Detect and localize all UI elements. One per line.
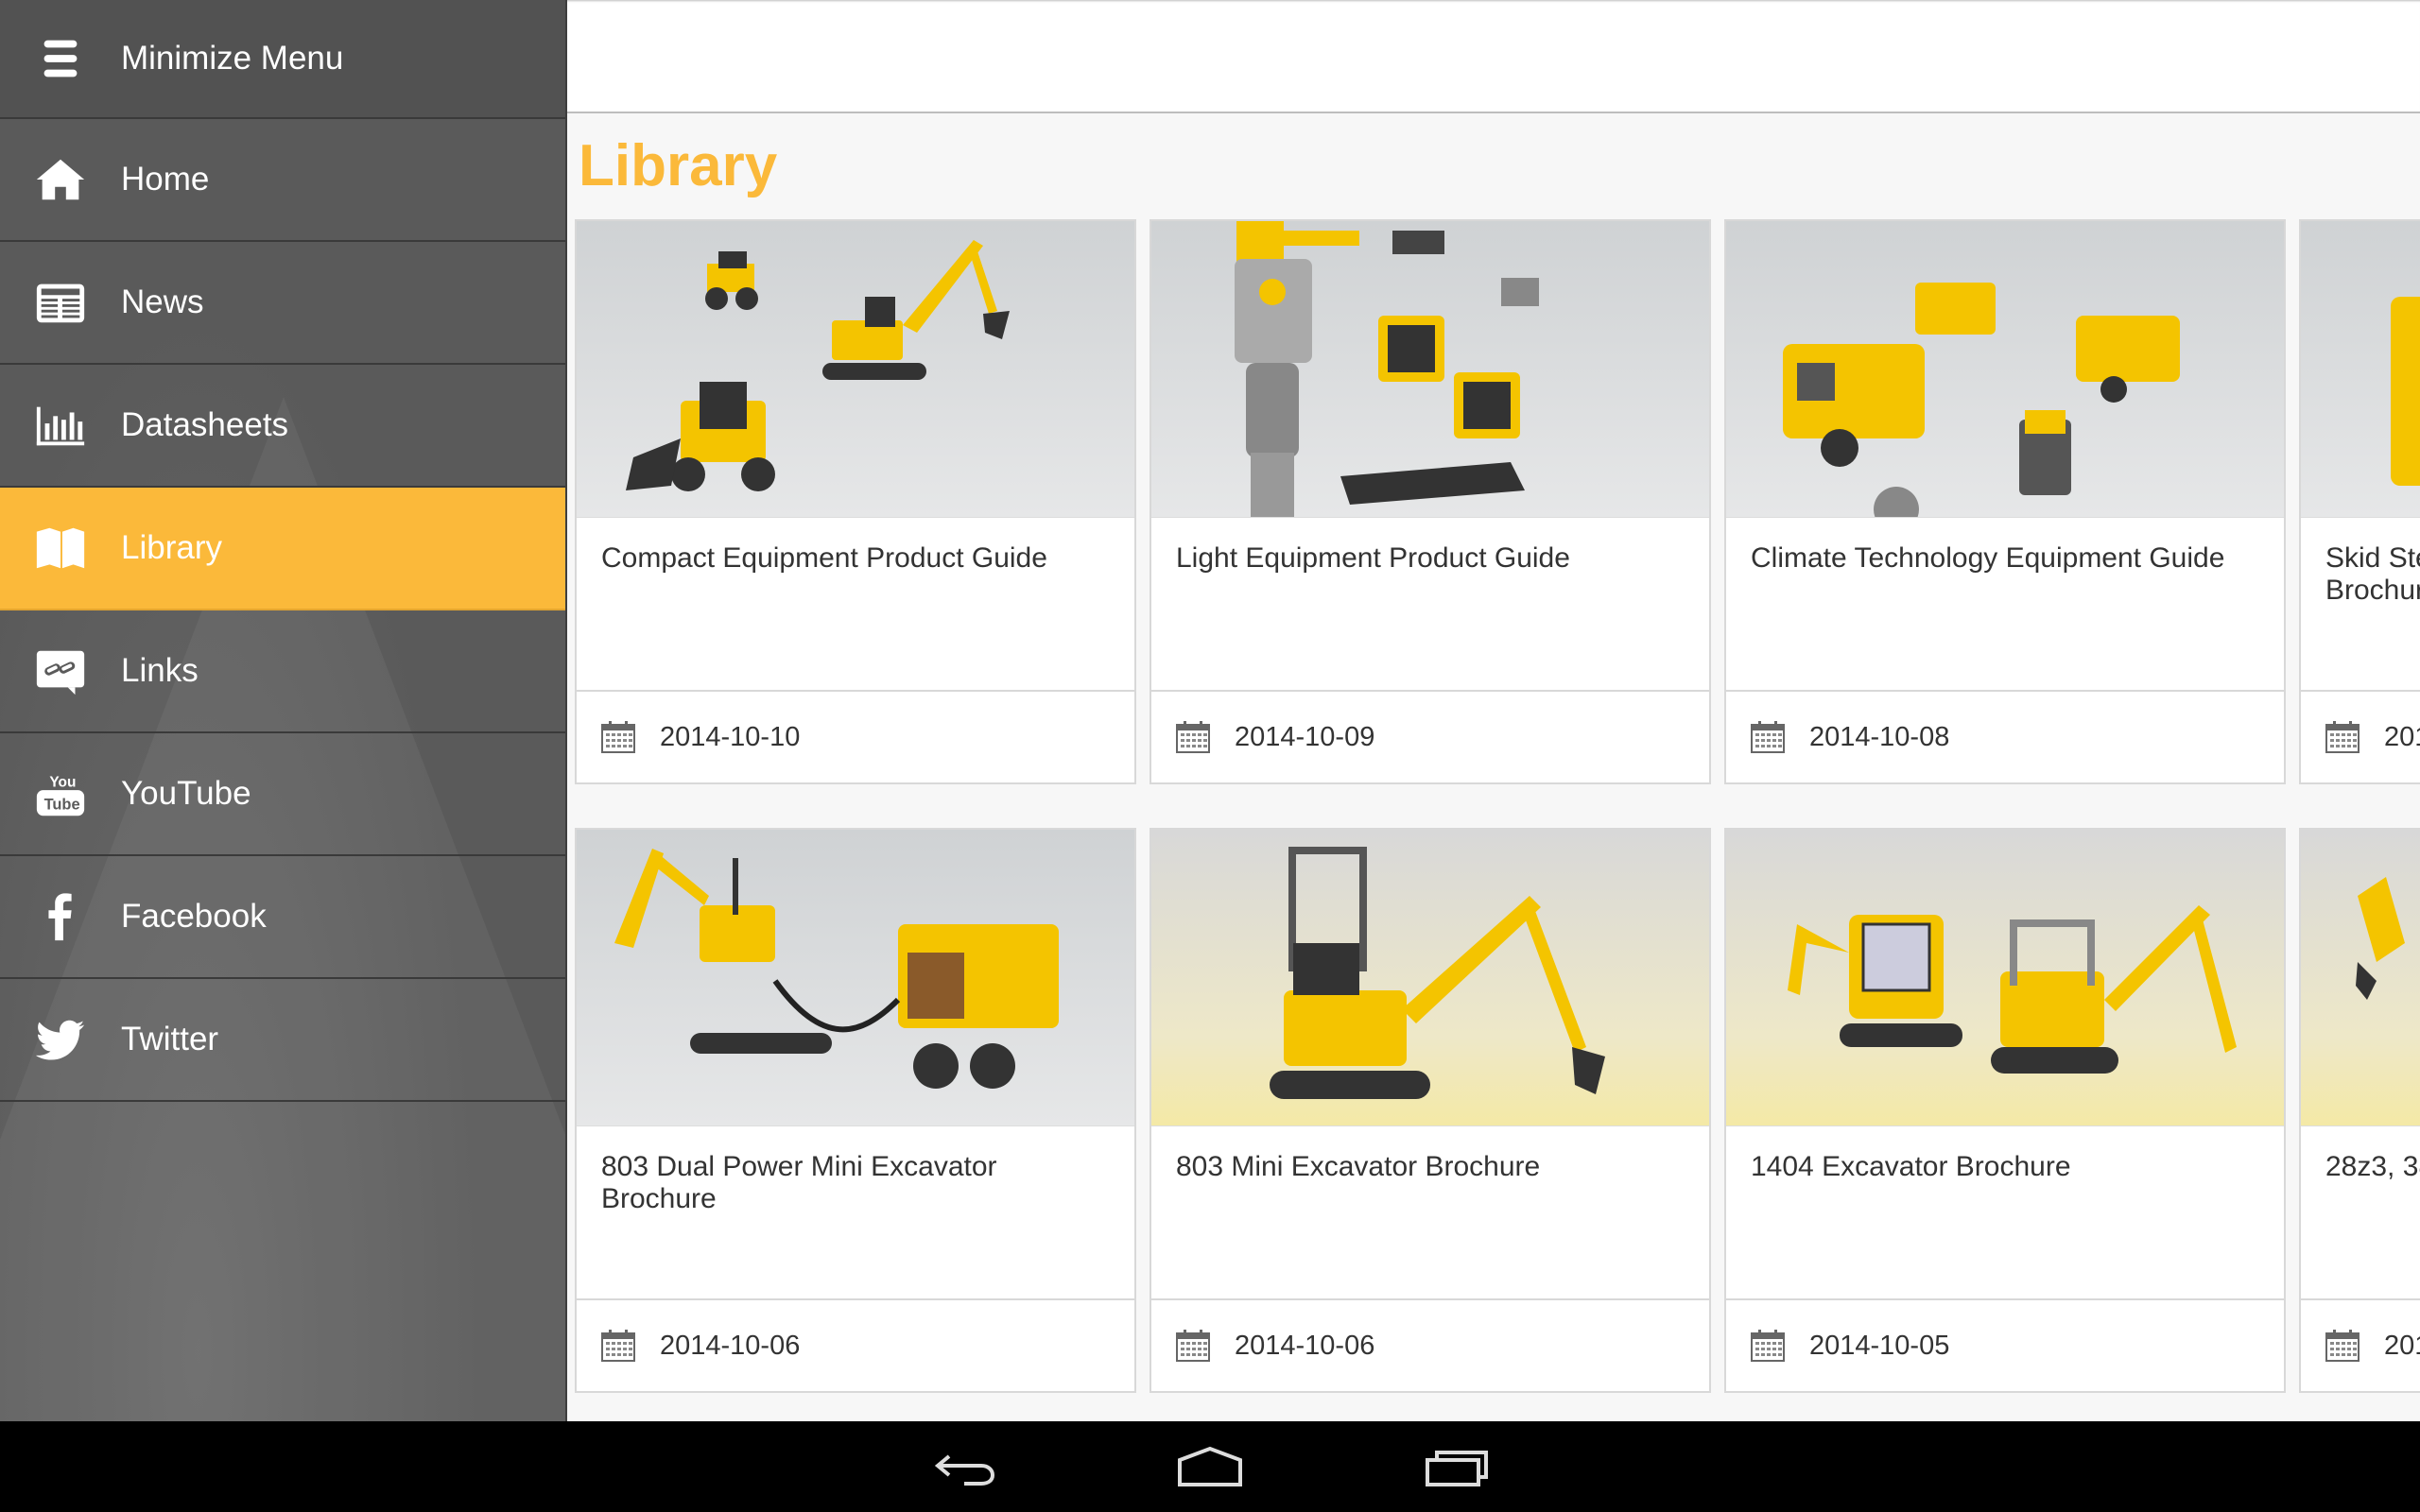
- sidebar-item-facebook[interactable]: Facebook: [0, 856, 565, 979]
- minimize-menu-button[interactable]: Minimize Menu: [0, 0, 565, 119]
- calendar-icon: [601, 721, 635, 753]
- card-date: 2014-10-08: [1809, 721, 1950, 752]
- card-thumbnail: [2301, 221, 2420, 518]
- card-title: Skid Ste Brochur: [2325, 542, 2420, 606]
- book-icon: [0, 488, 121, 609]
- card-thumbnail: [1726, 221, 2284, 518]
- svg-text:Tube: Tube: [44, 796, 80, 813]
- main-content: Library Compact Equipment Product Guide: [567, 0, 2420, 1421]
- sidebar: Minimize Menu Home News Datasheets Libra…: [0, 0, 567, 1421]
- sidebar-item-news[interactable]: News: [0, 242, 565, 365]
- sidebar-item-twitter[interactable]: Twitter: [0, 979, 565, 1102]
- hamburger-icon: [0, 0, 121, 117]
- sidebar-item-links[interactable]: Links: [0, 610, 565, 733]
- card-date: 2014-10-10: [660, 721, 801, 752]
- menu-label: Facebook: [121, 898, 267, 935]
- recent-apps-button[interactable]: [1333, 1421, 1579, 1512]
- menu-label: Links: [121, 652, 199, 689]
- library-card[interactable]: Climate Technology Equipment Guide 2014-…: [1724, 219, 2286, 784]
- card-thumbnail: [577, 221, 1134, 518]
- card-footer: 201: [2301, 1298, 2420, 1391]
- library-card[interactable]: 28z3, 38 201: [2299, 828, 2420, 1393]
- card-footer: 2014-10-09: [1151, 690, 1709, 782]
- library-card[interactable]: Light Equipment Product Guide 2014-10-09: [1150, 219, 1711, 784]
- home-nav-icon: [1178, 1446, 1242, 1486]
- card-title: Compact Equipment Product Guide: [601, 542, 1047, 574]
- card-footer: 2014-10-10: [577, 690, 1134, 782]
- bar-chart-icon: [0, 365, 121, 486]
- library-card[interactable]: Skid Ste Brochur 201: [2299, 219, 2420, 784]
- sidebar-item-home[interactable]: Home: [0, 119, 565, 242]
- card-title: Climate Technology Equipment Guide: [1751, 542, 2225, 574]
- calendar-icon: [1751, 1330, 1785, 1362]
- card-thumbnail: [2301, 830, 2420, 1126]
- library-card[interactable]: 803 Dual Power Mini Excavator Brochure 2…: [575, 828, 1136, 1393]
- card-thumbnail: [1151, 221, 1709, 518]
- recent-apps-icon: [1426, 1451, 1488, 1486]
- card-footer: 201: [2301, 690, 2420, 782]
- card-footer: 2014-10-05: [1726, 1298, 2284, 1391]
- calendar-icon: [2325, 1330, 2360, 1362]
- system-navigation-bar: [0, 1421, 2420, 1512]
- link-icon: [0, 610, 121, 731]
- menu-label: News: [121, 284, 204, 320]
- card-date: 2014-10-06: [660, 1330, 801, 1361]
- menu-label: YouTube: [121, 775, 251, 812]
- card-date: 2014-10-06: [1235, 1330, 1375, 1361]
- card-title: 1404 Excavator Brochure: [1751, 1151, 2071, 1182]
- home-icon: [0, 119, 121, 240]
- card-title: 803 Dual Power Mini Excavator Brochure: [601, 1151, 997, 1214]
- card-date: 201: [2384, 1330, 2420, 1361]
- sidebar-item-datasheets[interactable]: Datasheets: [0, 365, 565, 488]
- newspaper-icon: [0, 242, 121, 363]
- calendar-icon: [2325, 721, 2360, 753]
- card-date: 2014-10-09: [1235, 721, 1375, 752]
- top-bar: [567, 0, 2420, 113]
- card-footer: 2014-10-08: [1726, 690, 2284, 782]
- menu-label: Minimize Menu: [121, 40, 344, 77]
- menu-label: Library: [121, 529, 222, 566]
- card-thumbnail: [1726, 830, 2284, 1126]
- twitter-icon: [0, 979, 121, 1100]
- card-date: 201: [2384, 721, 2420, 752]
- card-footer: 2014-10-06: [577, 1298, 1134, 1391]
- menu-label: Home: [121, 161, 210, 198]
- sidebar-item-library[interactable]: Library: [0, 488, 565, 610]
- calendar-icon: [1176, 1330, 1210, 1362]
- back-icon: [934, 1454, 995, 1486]
- menu-label: Datasheets: [121, 406, 289, 443]
- library-card[interactable]: Compact Equipment Product Guide 2014-10-…: [575, 219, 1136, 784]
- page-title: Library: [579, 133, 778, 198]
- card-date: 2014-10-05: [1809, 1330, 1950, 1361]
- back-button[interactable]: [841, 1421, 1087, 1512]
- card-title: 28z3, 38: [2325, 1151, 2420, 1182]
- calendar-icon: [1176, 721, 1210, 753]
- sidebar-item-youtube[interactable]: You Tube YouTube: [0, 733, 565, 856]
- youtube-icon: You Tube: [0, 733, 121, 854]
- menu-label: Twitter: [121, 1021, 219, 1057]
- svg-text:You: You: [49, 774, 76, 790]
- calendar-icon: [601, 1330, 635, 1362]
- facebook-icon: [0, 856, 121, 977]
- calendar-icon: [1751, 721, 1785, 753]
- card-thumbnail: [1151, 830, 1709, 1126]
- card-title: Light Equipment Product Guide: [1176, 542, 1570, 574]
- library-card[interactable]: 1404 Excavator Brochure 2014-10-05: [1724, 828, 2286, 1393]
- library-card[interactable]: 803 Mini Excavator Brochure 2014-10-06: [1150, 828, 1711, 1393]
- home-nav-button[interactable]: [1087, 1421, 1333, 1512]
- card-thumbnail: [577, 830, 1134, 1126]
- card-title: 803 Mini Excavator Brochure: [1176, 1151, 1541, 1182]
- card-footer: 2014-10-06: [1151, 1298, 1709, 1391]
